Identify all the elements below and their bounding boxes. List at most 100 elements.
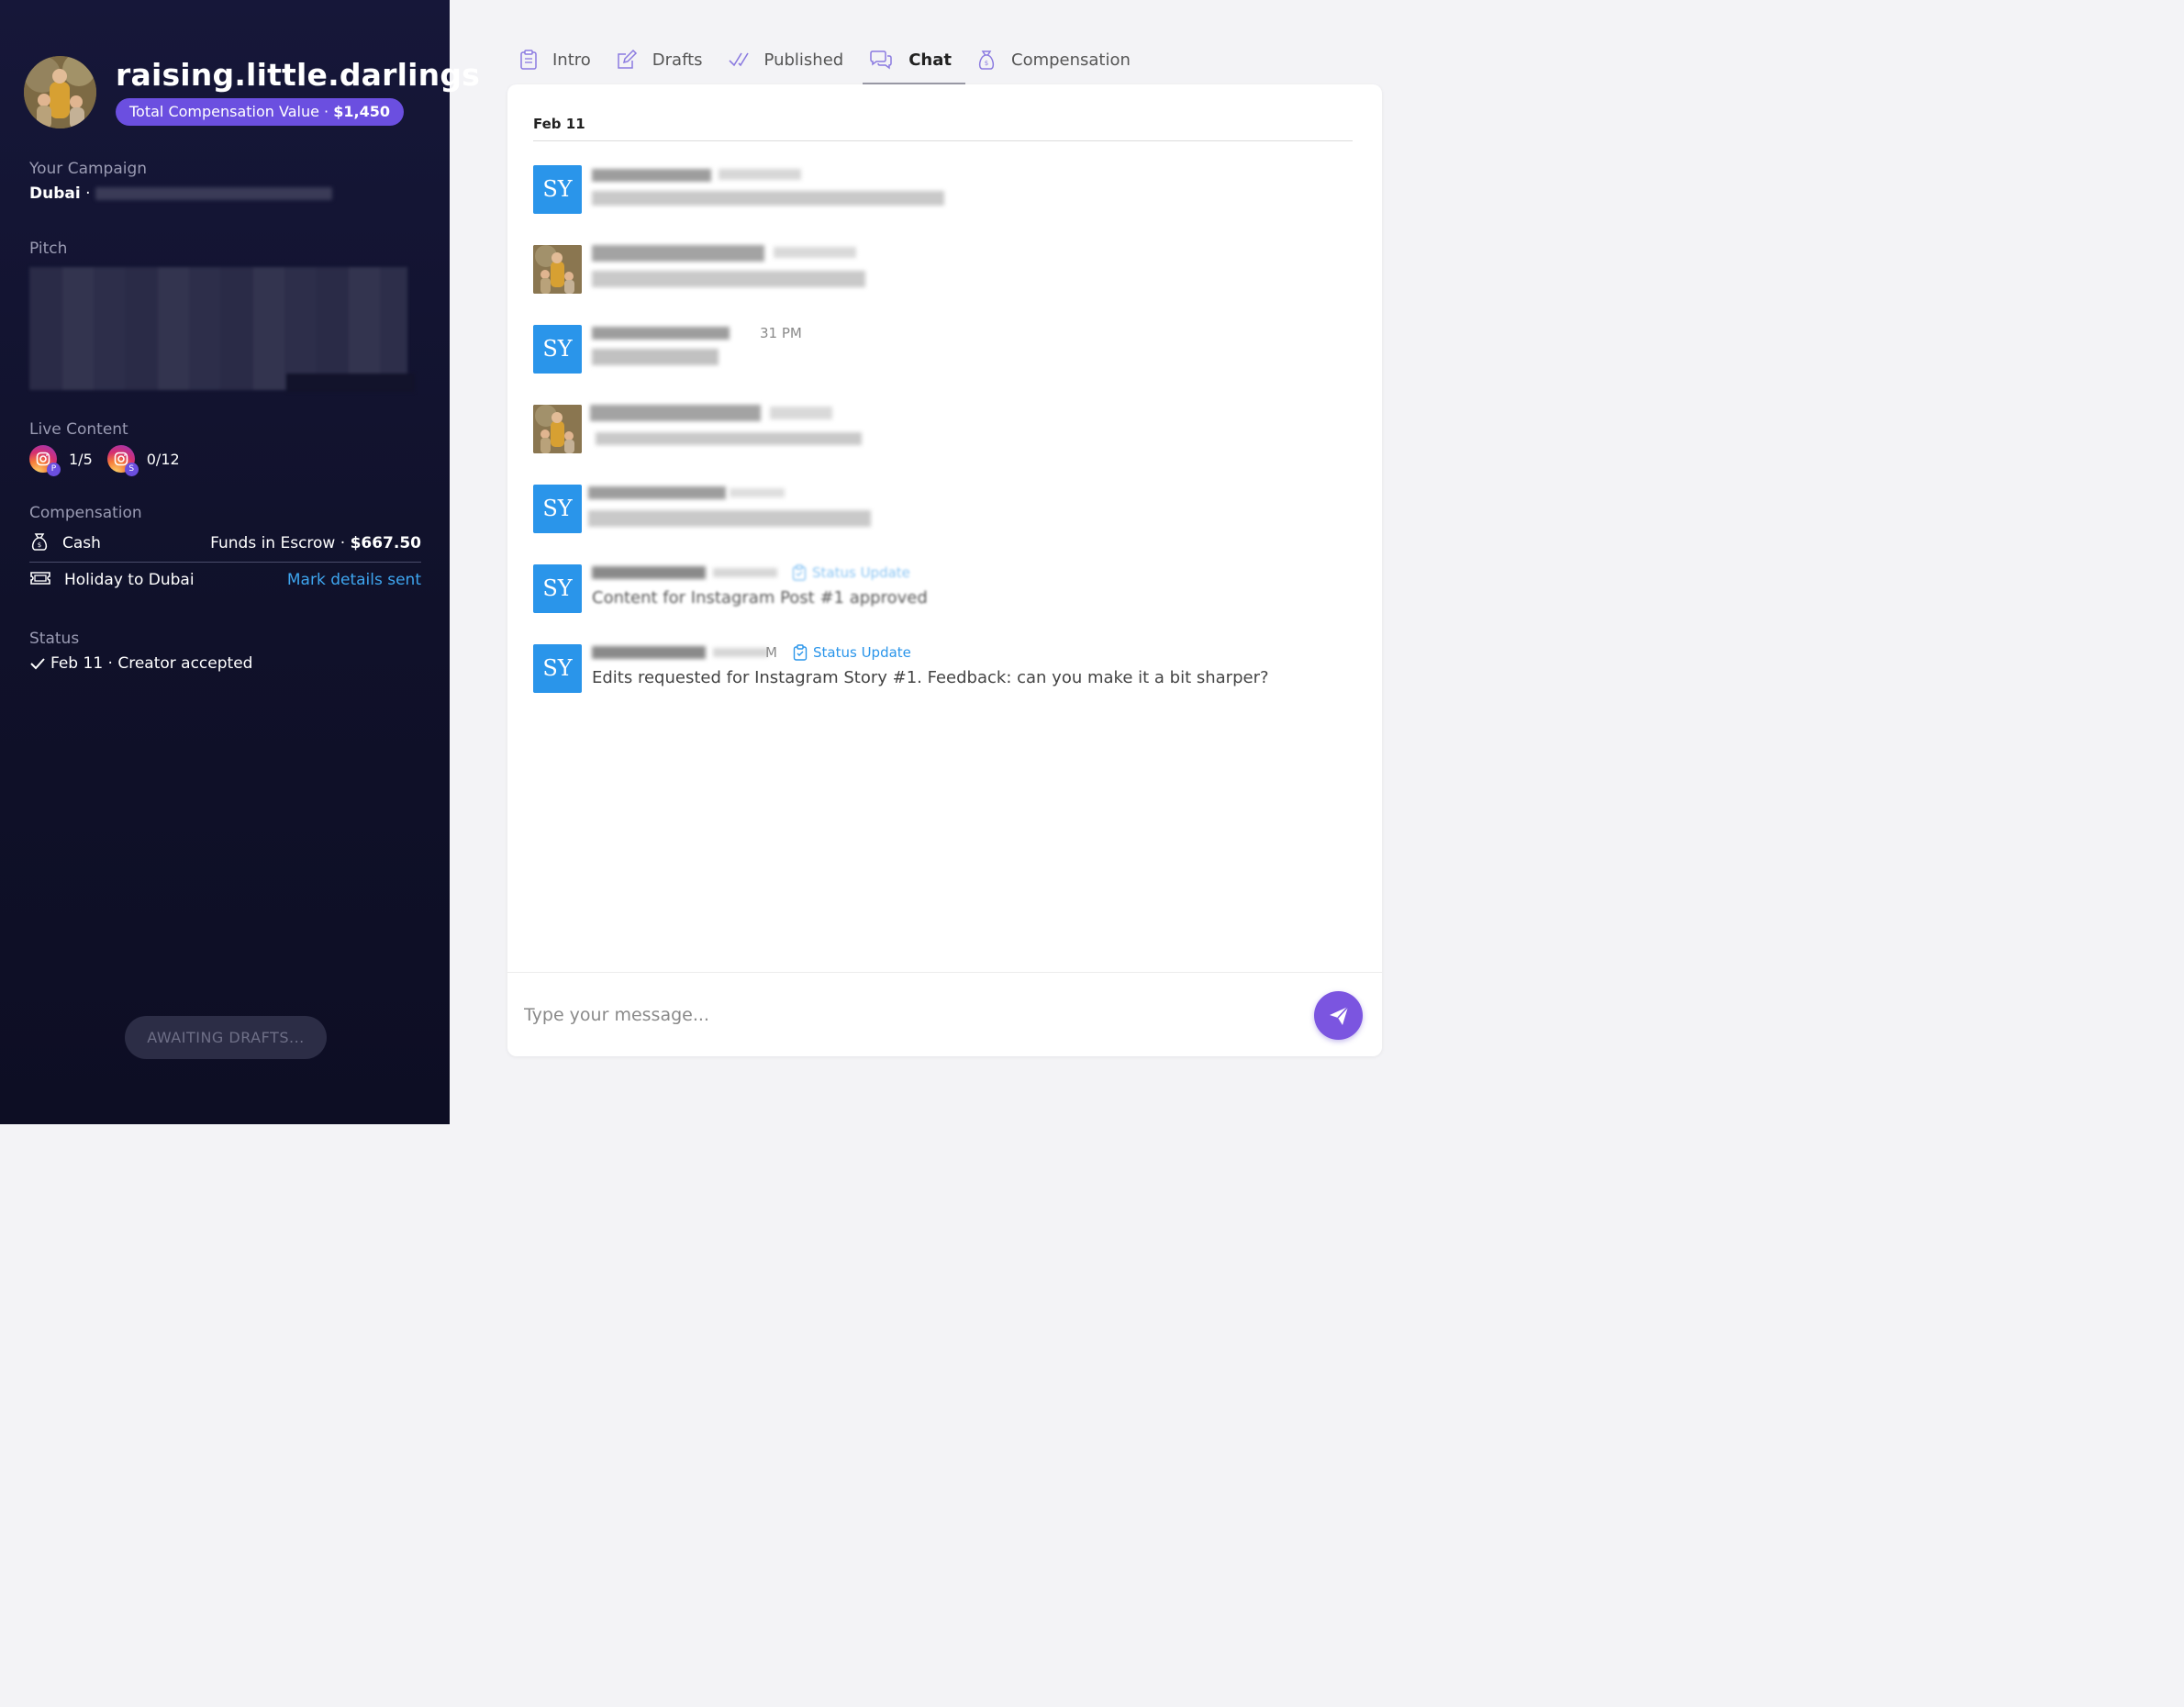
instagram-post-icon: P [29,445,61,476]
sender-name-redacted [588,486,726,499]
clipboard-check-icon [793,644,808,661]
chat-message: SY 31 PM [533,325,1359,375]
status-entry: Feb 11 · Creator accepted [29,654,252,673]
timestamp-redacted [774,247,856,258]
ticket-icon [29,570,51,591]
status-update-label: Status Update [812,564,910,581]
sender-avatar: SY [533,564,582,613]
awaiting-drafts-button[interactable]: AWAITING DRAFTS... [125,1016,327,1059]
date-divider [533,140,1353,141]
story-type-badge: S [124,463,139,476]
message-input[interactable] [522,998,1297,1032]
chat-message: SY M Status Update Edits requested for I… [533,644,1359,695]
tab-drafts-label: Drafts [652,50,703,70]
total-compensation-badge: Total Compensation Value · $1,450 [116,98,404,126]
campaign-section-label: Your Campaign [29,160,148,178]
post-type-badge: P [47,463,61,476]
live-content-section-label: Live Content [29,420,128,439]
timestamp-redacted [713,568,777,577]
story-count: 0/12 [146,450,180,468]
message-text: Content for Instagram Post #1 approved [592,588,928,608]
live-content-counts: P 1/5 S 0/12 [29,444,195,476]
status-update-label: Status Update [813,644,911,661]
chat-message: SY [533,485,1359,535]
sender-avatar: SY [533,644,582,693]
tab-published[interactable]: Published [722,37,858,84]
status-text: Feb 11 · Creator accepted [50,654,253,673]
message-text-redacted [596,432,862,445]
timestamp-redacted [713,648,768,657]
creator-avatar [24,56,96,128]
tab-drafts[interactable]: Drafts [610,37,717,84]
compensation-section-label: Compensation [29,504,142,522]
timestamp-redacted [770,407,832,419]
double-check-icon [728,50,750,69]
instagram-story-icon: S [106,445,139,476]
send-button[interactable] [1314,991,1363,1040]
money-bag-icon: $ [976,49,997,71]
tab-bar: Intro Drafts Published Chat $ Compensati… [514,37,1150,85]
message-time: 31 PM [760,325,802,341]
chat-message: SY [533,165,1359,216]
escrow-funds: Funds in Escrow · $667.50 [210,534,421,552]
compose-divider [507,972,1382,973]
campaign-separator: · [80,184,95,203]
svg-text:$: $ [985,60,988,67]
tcv-label: Total Compensation Value · [129,103,334,120]
chat-message: SY Status Update Content for Instagram P… [533,564,1359,615]
status-update-tag: Status Update [792,564,910,581]
escrow-amount: $667.50 [350,534,421,552]
tab-compensation-label: Compensation [1011,50,1131,70]
message-text-redacted [588,510,871,527]
checkmark-icon [29,656,46,671]
tcv-value: $1,450 [333,103,390,120]
sender-name-redacted [592,245,764,262]
sender-avatar: SY [533,485,582,533]
tab-intro-label: Intro [552,50,591,70]
status-update-tag: Status Update [793,644,911,661]
campaign-line: Dubai · [29,184,332,203]
post-count: 1/5 [69,450,93,468]
chat-bubbles-icon [868,50,894,70]
cash-label: Cash [62,534,101,552]
sender-name-redacted [592,646,706,659]
campaign-description-redacted [95,187,332,200]
campaign-sidebar: raising.little.darlings Total Compensati… [0,0,480,1124]
compensation-divider [29,562,421,563]
sender-avatar: SY [533,165,582,214]
chat-date-header: Feb 11 [533,116,585,132]
edit-icon [616,49,638,71]
timestamp-redacted [730,488,785,497]
message-text: Edits requested for Instagram Story #1. … [592,668,1269,687]
timestamp-redacted [719,169,801,180]
tab-chat[interactable]: Chat [863,37,965,85]
creator-avatar-small [533,405,582,453]
mark-details-sent-link[interactable]: Mark details sent [287,571,421,589]
cash-compensation-row: $ Cash Funds in Escrow · $667.50 [29,530,421,557]
escrow-label: Funds in Escrow · [210,534,351,552]
message-time: M [765,644,777,661]
clipboard-check-icon [792,564,807,581]
tab-intro[interactable]: Intro [514,37,605,84]
holiday-label: Holiday to Dubai [64,571,195,589]
chat-panel: Feb 11 SY SY 31 PM SY SY Status Update C… [507,84,1382,1056]
send-icon [1327,1004,1351,1028]
message-text-redacted [592,191,944,206]
message-text-redacted [592,349,719,365]
money-bag-icon: $ [29,531,50,556]
tab-compensation[interactable]: $ Compensation [971,37,1144,84]
chat-message [533,245,1359,296]
sender-name-redacted [592,169,711,182]
creator-handle: raising.little.darlings [116,57,481,93]
tab-chat-label: Chat [908,50,952,70]
sender-name-redacted [590,405,761,421]
sender-name-redacted [592,566,706,579]
clipboard-icon [519,49,538,71]
chat-message [533,405,1359,455]
sender-name-redacted [592,327,730,340]
campaign-name: Dubai [29,184,81,203]
pitch-section-label: Pitch [29,240,68,258]
sender-avatar: SY [533,325,582,374]
creator-avatar-small [533,245,582,294]
pitch-text-redacted [29,267,415,392]
